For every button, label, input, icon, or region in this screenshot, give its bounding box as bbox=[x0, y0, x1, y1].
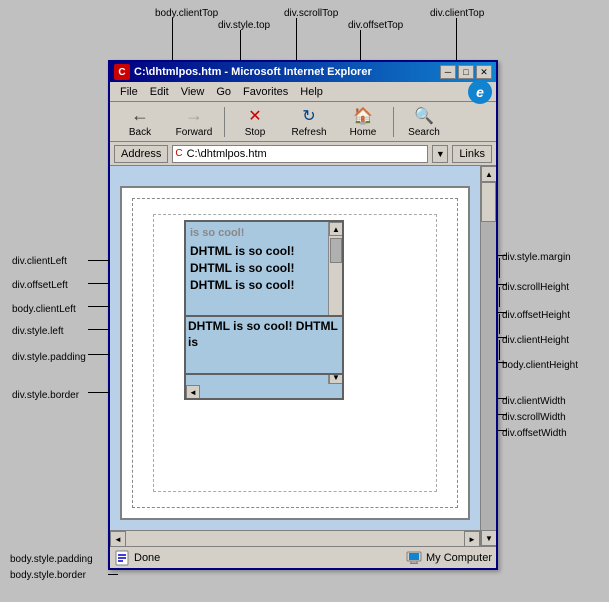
home-icon: 🏠 bbox=[353, 106, 373, 126]
page-vscrollbar[interactable]: ▲ ▼ bbox=[480, 166, 496, 546]
refresh-icon: ↻ bbox=[299, 106, 319, 126]
page-hscrollbar[interactable]: ◄ ► bbox=[110, 530, 480, 546]
status-page-icon bbox=[114, 550, 130, 566]
toolbar: ← Back → Forward ✕ Stop ↻ Refresh 🏠 bbox=[110, 102, 496, 142]
menu-bar: File Edit View Go Favorites Help e bbox=[110, 82, 496, 102]
annotation-body-style-padding: body.style.padding bbox=[10, 554, 93, 565]
refresh-label: Refresh bbox=[291, 127, 326, 138]
search-button[interactable]: 🔍 Search bbox=[398, 104, 450, 140]
maximize-button[interactable]: □ bbox=[458, 65, 474, 79]
annotation-body-style-border: body.style.border bbox=[10, 570, 86, 581]
back-icon: ← bbox=[130, 106, 150, 126]
menu-help[interactable]: Help bbox=[294, 84, 329, 100]
scroll-down-button[interactable]: ▼ bbox=[481, 530, 496, 546]
annotation-div-client-top-right: div.clientTop bbox=[430, 8, 484, 19]
menu-view[interactable]: View bbox=[175, 84, 211, 100]
forward-label: Forward bbox=[176, 127, 213, 138]
refresh-button[interactable]: ↻ Refresh bbox=[283, 104, 335, 140]
annotation-div-scroll-top: div.scrollTop bbox=[284, 8, 338, 19]
stop-label: Stop bbox=[245, 127, 266, 138]
annotation-div-scroll-width: div.scrollWidth bbox=[502, 412, 566, 423]
toolbar-separator-1 bbox=[224, 107, 225, 137]
annotation-div-style-top: div.style.top bbox=[218, 20, 270, 31]
status-text: Done bbox=[134, 552, 160, 564]
hscroll-left-button[interactable]: ◄ bbox=[110, 531, 126, 546]
address-dropdown[interactable]: ▼ bbox=[432, 145, 448, 163]
annotation-div-style-margin: div.style.margin bbox=[502, 252, 571, 263]
annotation-div-offset-height: div.offsetHeight bbox=[502, 310, 570, 321]
address-bar: Address C ▼ Links bbox=[110, 142, 496, 166]
computer-icon bbox=[406, 550, 422, 566]
browser-window: C C:\dhtmlpos.htm - Microsoft Internet E… bbox=[108, 60, 498, 570]
annotation-div-offset-top: div.offsetTop bbox=[348, 20, 403, 31]
scroll-thumb[interactable] bbox=[481, 182, 496, 222]
title-bar: C C:\dhtmlpos.htm - Microsoft Internet E… bbox=[110, 62, 496, 82]
annotation-body-client-height: body.clientHeight bbox=[502, 360, 578, 371]
annotation-div-style-left: div.style.left bbox=[12, 326, 64, 337]
address-label: Address bbox=[114, 145, 168, 163]
stop-icon: ✕ bbox=[245, 106, 265, 126]
annotation-div-style-padding: div.style.padding bbox=[12, 352, 86, 363]
annotation-div-style-border: div.style.border bbox=[12, 390, 79, 401]
address-input[interactable] bbox=[185, 146, 428, 162]
annotation-div-client-width: div.clientWidth bbox=[502, 396, 566, 407]
annotation-div-client-left: div.clientLeft bbox=[12, 256, 67, 267]
status-computer-text: My Computer bbox=[426, 552, 492, 564]
menu-go[interactable]: Go bbox=[210, 84, 237, 100]
back-button[interactable]: ← Back bbox=[114, 104, 166, 140]
scroll-up-button[interactable]: ▲ bbox=[481, 166, 496, 182]
annotation-body-client-left: body.clientLeft bbox=[12, 304, 76, 315]
title-bar-buttons: ─ □ ✕ bbox=[440, 65, 492, 79]
menu-file[interactable]: File bbox=[114, 84, 144, 100]
annotation-div-scroll-height: div.scrollHeight bbox=[502, 282, 569, 293]
annotation-div-client-height: div.clientHeight bbox=[502, 335, 569, 346]
home-label: Home bbox=[350, 127, 377, 138]
home-button[interactable]: 🏠 Home bbox=[337, 104, 389, 140]
browser-icon: C bbox=[114, 64, 130, 80]
links-button[interactable]: Links bbox=[452, 145, 492, 163]
search-icon: 🔍 bbox=[414, 106, 434, 126]
search-label: Search bbox=[408, 127, 440, 138]
title-bar-left: C C:\dhtmlpos.htm - Microsoft Internet E… bbox=[114, 64, 372, 80]
minimize-button[interactable]: ─ bbox=[440, 65, 456, 79]
status-bar: Done My Computer bbox=[110, 546, 496, 568]
title-bar-text: C:\dhtmlpos.htm - Microsoft Internet Exp… bbox=[134, 66, 372, 78]
stop-button[interactable]: ✕ Stop bbox=[229, 104, 281, 140]
forward-button[interactable]: → Forward bbox=[168, 104, 220, 140]
back-label: Back bbox=[129, 127, 151, 138]
close-button[interactable]: ✕ bbox=[476, 65, 492, 79]
content-area: is so cool! DHTML is so cool! DHTML is s… bbox=[110, 166, 496, 546]
menu-edit[interactable]: Edit bbox=[144, 84, 175, 100]
toolbar-separator-2 bbox=[393, 107, 394, 137]
annotation-div-offset-left: div.offsetLeft bbox=[12, 280, 68, 291]
forward-icon: → bbox=[184, 106, 204, 126]
annotation-div-offset-width: div.offsetWidth bbox=[502, 428, 567, 439]
menu-favorites[interactable]: Favorites bbox=[237, 84, 294, 100]
ie-logo: e bbox=[468, 80, 492, 104]
hscroll-right-button[interactable]: ► bbox=[464, 531, 480, 546]
annotation-body-client-top: body.clientTop bbox=[155, 8, 218, 19]
page-content: is so cool! DHTML is so cool! DHTML is s… bbox=[110, 166, 496, 546]
scroll-track bbox=[481, 182, 496, 530]
